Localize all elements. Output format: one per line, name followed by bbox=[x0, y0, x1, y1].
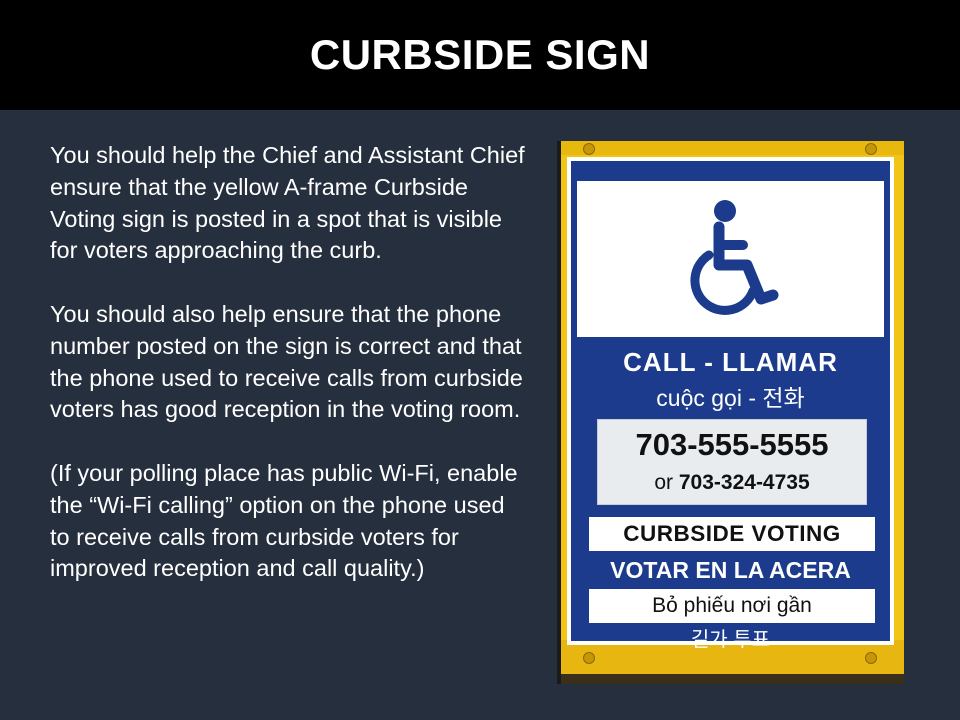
or-text: or bbox=[654, 471, 674, 494]
votar-en-la-acera-text: VOTAR EN LA ACERA bbox=[610, 557, 851, 583]
alternate-phone-number: 703-324-4735 bbox=[678, 471, 810, 494]
vietnamese-label: Bỏ phiếu nơi gần bbox=[589, 589, 875, 623]
primary-phone-number: 703-555-5555 bbox=[635, 427, 829, 462]
phone-number-box: 703-555-5555 or 703-324-4735 bbox=[597, 419, 867, 505]
wheelchair-icon bbox=[690, 200, 779, 315]
sign-blue-area: CALL - LLAMAR cuộc gọi - 전화 703-555-5555… bbox=[571, 161, 890, 651]
sign-panel: CALL - LLAMAR cuộc gọi - 전화 703-555-5555… bbox=[567, 157, 894, 651]
bolt-icon bbox=[865, 652, 877, 664]
bolt-icon bbox=[865, 143, 877, 155]
slide-body: You should help the Chief and Assistant … bbox=[50, 140, 530, 585]
photo-edge bbox=[557, 141, 561, 684]
alternate-phone-line: or 703-324-4735 bbox=[597, 471, 867, 495]
title-bar: CURBSIDE SIGN bbox=[0, 0, 960, 110]
call-translations-text: cuộc gọi - 전화 bbox=[656, 385, 805, 411]
curbside-voting-label: CURBSIDE VOTING bbox=[589, 517, 875, 551]
korean-label: 길가 투표 bbox=[690, 629, 771, 651]
sign-frame-foot bbox=[557, 674, 904, 684]
paragraph-3: (If your polling place has public Wi-Fi,… bbox=[50, 459, 518, 582]
accessibility-panel bbox=[577, 181, 884, 337]
bolt-icon bbox=[583, 143, 595, 155]
bolt-icon bbox=[583, 652, 595, 664]
curbside-sign-photo: CALL - LLAMAR cuộc gọi - 전화 703-555-5555… bbox=[557, 141, 904, 684]
paragraph-2: You should also help ensure that the pho… bbox=[50, 300, 523, 423]
slide-title: CURBSIDE SIGN bbox=[309, 31, 651, 78]
paragraph-1: You should help the Chief and Assistant … bbox=[50, 142, 525, 264]
sign-frame-top bbox=[557, 141, 904, 155]
call-llamar-text: CALL - LLAMAR bbox=[623, 347, 838, 377]
